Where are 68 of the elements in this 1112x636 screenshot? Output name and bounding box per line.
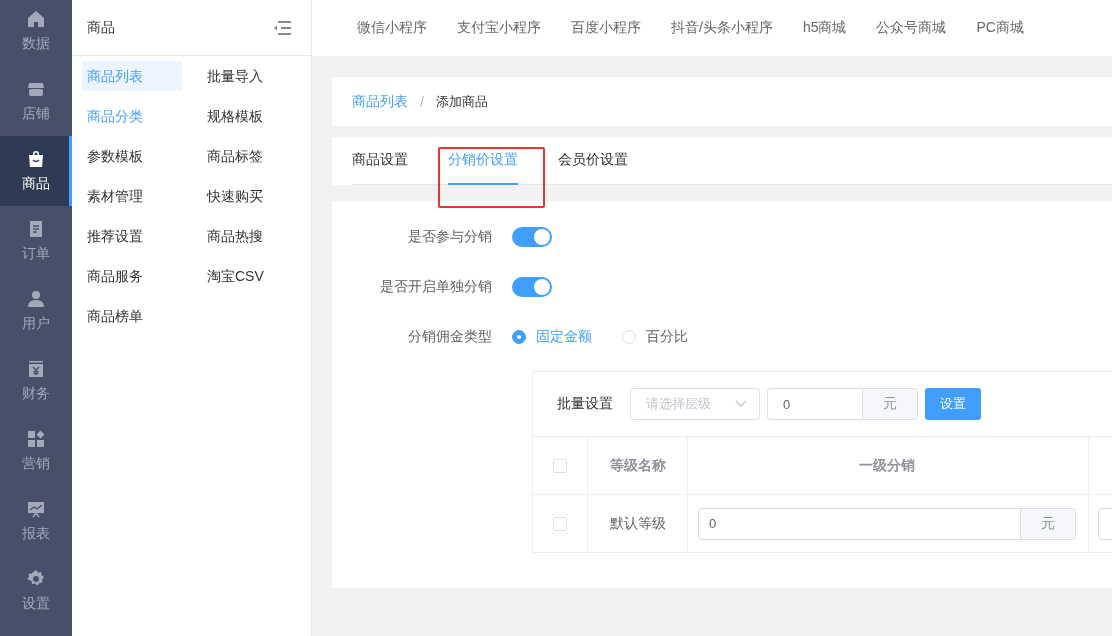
house-icon bbox=[26, 9, 46, 29]
sidebar-item[interactable]: 商品热搜 bbox=[202, 221, 302, 251]
top-nav-link[interactable]: 抖音/头条小程序 bbox=[671, 19, 773, 37]
top-nav-link[interactable]: 微信小程序 bbox=[357, 19, 427, 37]
top-nav-link[interactable]: 支付宝小程序 bbox=[457, 19, 541, 37]
checkbox[interactable] bbox=[553, 458, 567, 473]
radio-label[interactable]: 百分比 bbox=[646, 328, 688, 346]
sidebar-item[interactable]: 推荐设置 bbox=[82, 221, 182, 251]
toggle-switch[interactable] bbox=[512, 277, 552, 297]
amount-input[interactable]: 0 bbox=[698, 507, 1020, 540]
toggle-switch[interactable] bbox=[512, 227, 552, 247]
tab[interactable]: 商品设置 bbox=[352, 137, 408, 185]
sidebar-item[interactable]: 批量导入 bbox=[202, 61, 302, 91]
tab[interactable]: 会员价设置 bbox=[558, 137, 628, 185]
rail-nav-item[interactable]: 设置 bbox=[0, 556, 72, 626]
chart-board-icon bbox=[26, 499, 46, 519]
rail-label: 用户 bbox=[22, 315, 50, 333]
rail-nav-item[interactable]: 用户 bbox=[0, 276, 72, 346]
sidebar-item[interactable]: 商品榜单 bbox=[82, 301, 182, 331]
sidebar-item[interactable]: 素材管理 bbox=[82, 181, 182, 211]
column-header: 一级分销 bbox=[859, 456, 915, 475]
unit-label: 元 bbox=[862, 388, 918, 420]
rail-nav-item[interactable]: 财务 bbox=[0, 346, 72, 416]
sidebar-item[interactable]: 商品服务 bbox=[82, 261, 182, 291]
rail-nav-item[interactable]: 营销 bbox=[0, 416, 72, 486]
rail-label: 财务 bbox=[22, 385, 50, 403]
column-header: 等级名称 bbox=[609, 456, 666, 475]
rail-nav-item[interactable]: 店铺 bbox=[0, 66, 72, 136]
field-label: 是否开启单独分销 bbox=[379, 278, 493, 296]
yen-box-icon bbox=[26, 359, 46, 379]
top-nav-link[interactable]: PC商城 bbox=[976, 19, 1024, 37]
rail-label: 设置 bbox=[22, 595, 50, 613]
sidebar-item[interactable]: 商品标签 bbox=[202, 141, 302, 171]
rail-label: 订单 bbox=[22, 245, 50, 263]
amount-input[interactable]: 0 bbox=[767, 388, 862, 420]
rail-label: 店铺 bbox=[22, 105, 50, 123]
top-nav-link[interactable]: 百度小程序 bbox=[571, 19, 641, 37]
settings-icon bbox=[26, 569, 46, 589]
field-label: 分销佣金类型 bbox=[407, 328, 493, 346]
select-placeholder: 请选择层级 bbox=[646, 395, 711, 413]
rail-label: 营销 bbox=[22, 455, 50, 473]
rail-label: 数据 bbox=[22, 35, 50, 53]
sidebar-item[interactable]: 淘宝CSV bbox=[202, 261, 302, 291]
unit-label: 元 bbox=[1020, 507, 1076, 540]
table-cell: 默认等级 bbox=[609, 514, 666, 533]
top-nav-link[interactable]: 公众号商城 bbox=[876, 19, 947, 37]
checkbox[interactable] bbox=[553, 516, 567, 531]
top-nav-link[interactable]: h5商城 bbox=[802, 19, 847, 37]
sidebar-item[interactable]: 快速购买 bbox=[202, 181, 302, 211]
sidebar-title: 商品 bbox=[87, 18, 115, 37]
radio-button[interactable] bbox=[512, 330, 526, 344]
field-label: 是否参与分销 bbox=[407, 228, 493, 246]
shopping-bag-icon bbox=[26, 149, 46, 169]
user-icon bbox=[26, 289, 46, 309]
rail-label: 报表 bbox=[22, 525, 50, 543]
sidebar-item[interactable]: 参数模板 bbox=[82, 141, 182, 171]
rail-label: 商品 bbox=[22, 175, 50, 193]
rail-nav-item[interactable]: 数据 bbox=[0, 0, 72, 66]
batch-label: 批量设置 bbox=[557, 395, 613, 413]
collapse-menu-icon[interactable] bbox=[273, 19, 291, 36]
rail-nav-item[interactable]: 订单 bbox=[0, 206, 72, 276]
chevron-down-icon bbox=[735, 400, 747, 408]
breadcrumb-separator: / bbox=[420, 93, 424, 110]
rail-nav-item[interactable]: 商品 bbox=[0, 136, 72, 206]
breadcrumb-current: 添加商品 bbox=[435, 92, 488, 111]
sidebar-item[interactable]: 规格模板 bbox=[202, 101, 302, 131]
grid-icon bbox=[26, 429, 46, 449]
rail-nav-item[interactable]: 报表 bbox=[0, 486, 72, 556]
